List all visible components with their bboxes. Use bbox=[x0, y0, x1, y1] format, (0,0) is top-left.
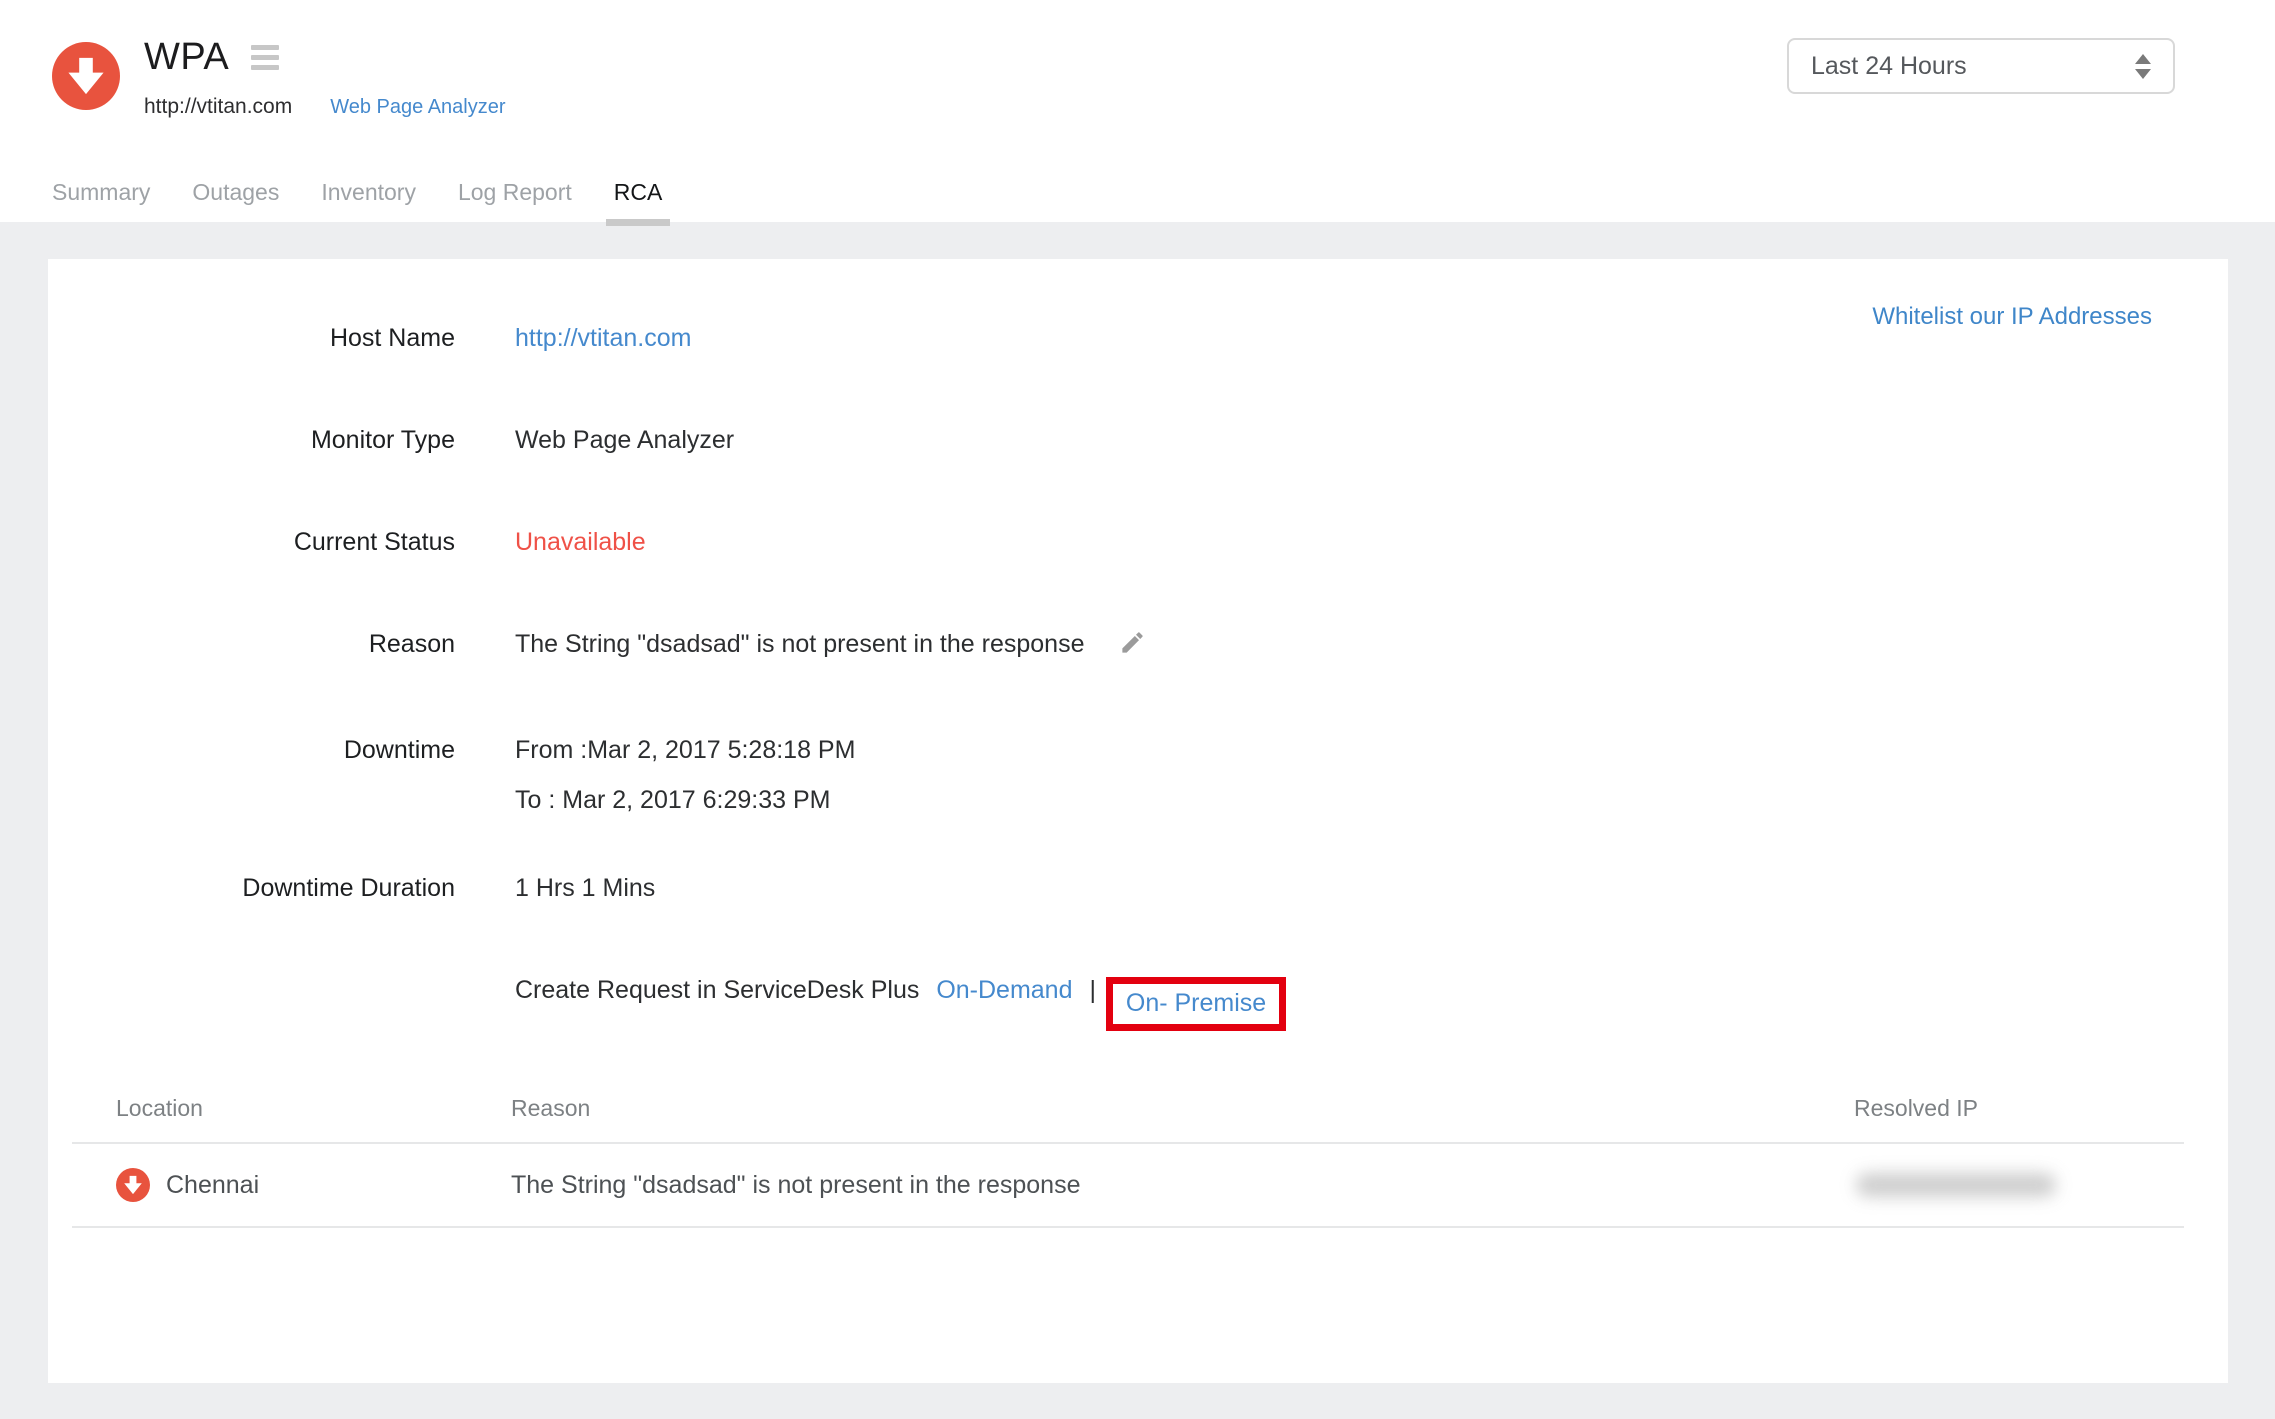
rca-location-table: Location Reason Resolved IP Chennai The … bbox=[72, 1089, 2184, 1228]
field-label: Host Name bbox=[329, 324, 455, 352]
field-downtime: Downtime From :Mar 2, 2017 5:28:18 PM To… bbox=[48, 729, 2228, 821]
tab-bar: Summary Outages Inventory Log Report RCA bbox=[52, 179, 670, 226]
resolved-ip-redacted-blur bbox=[1856, 1173, 2056, 1197]
table-row: Chennai The String "dsadsad" is not pres… bbox=[72, 1144, 2184, 1228]
column-header-resolved-ip: Resolved IP bbox=[1854, 1095, 1979, 1121]
servicedesk-separator: | bbox=[1089, 976, 1096, 1004]
status-unavailable-text: Unavailable bbox=[515, 528, 646, 556]
servicedesk-on-demand-link[interactable]: On-Demand bbox=[936, 976, 1072, 1004]
monitor-title: WPA bbox=[144, 36, 230, 78]
table-header-row: Location Reason Resolved IP bbox=[72, 1089, 2184, 1144]
reason-text: The String "dsadsad" is not present in t… bbox=[515, 630, 1085, 658]
location-name: Chennai bbox=[166, 1170, 260, 1199]
row-reason-text: The String "dsadsad" is not present in t… bbox=[511, 1170, 1081, 1199]
field-reason: Reason The String "dsadsad" is not prese… bbox=[48, 623, 2228, 669]
field-monitor-type: Monitor Type Web Page Analyzer bbox=[48, 419, 2228, 461]
field-label: Reason bbox=[368, 630, 455, 658]
servicedesk-text: Create Request in ServiceDesk Plus bbox=[515, 976, 920, 1004]
tab-summary[interactable]: Summary bbox=[52, 179, 150, 206]
host-name-link[interactable]: http://vtitan.com bbox=[515, 324, 691, 352]
tab-log-report[interactable]: Log Report bbox=[458, 179, 572, 206]
monitor-type-value: Web Page Analyzer bbox=[515, 426, 735, 454]
column-header-reason: Reason bbox=[511, 1095, 591, 1121]
servicedesk-row: Create Request in ServiceDesk Plus On-De… bbox=[48, 969, 2228, 1031]
tab-outages[interactable]: Outages bbox=[192, 179, 279, 206]
downtime-to: To : Mar 2, 2017 6:29:33 PM bbox=[515, 786, 831, 814]
downtime-from: From :Mar 2, 2017 5:28:18 PM bbox=[515, 736, 856, 764]
location-down-status-icon bbox=[116, 1168, 150, 1202]
monitor-menu-icon[interactable] bbox=[251, 41, 280, 74]
time-range-value: Last 24 Hours bbox=[1811, 51, 1967, 80]
column-header-location: Location bbox=[116, 1095, 203, 1121]
field-label-empty bbox=[48, 969, 455, 1031]
monitor-down-status-icon bbox=[52, 42, 120, 110]
field-current-status: Current Status Unavailable bbox=[48, 521, 2228, 563]
field-label: Current Status bbox=[293, 528, 455, 556]
select-updown-arrows-icon bbox=[2135, 53, 2151, 79]
field-downtime-duration: Downtime Duration 1 Hrs 1 Mins bbox=[48, 867, 2228, 909]
edit-reason-pencil-icon[interactable] bbox=[1119, 627, 1146, 669]
monitor-identity: WPA http://vtitan.com Web Page Analyzer bbox=[52, 36, 506, 119]
downtime-duration-value: 1 Hrs 1 Mins bbox=[515, 874, 656, 902]
tab-rca[interactable]: RCA bbox=[605, 179, 670, 226]
on-premise-annotation-box: On- Premise bbox=[1105, 977, 1287, 1031]
field-host-name: Host Name http://vtitan.com bbox=[48, 317, 2228, 359]
rca-fields: Host Name http://vtitan.com Monitor Type… bbox=[48, 317, 2228, 1091]
servicedesk-on-premise-link[interactable]: On- Premise bbox=[1126, 989, 1266, 1017]
field-label: Downtime Duration bbox=[242, 874, 455, 902]
monitor-header: WPA http://vtitan.com Web Page Analyzer … bbox=[0, 0, 2275, 226]
field-label: Monitor Type bbox=[310, 426, 455, 454]
field-label: Downtime bbox=[343, 736, 455, 764]
monitor-type-link[interactable]: Web Page Analyzer bbox=[330, 96, 505, 119]
rca-card: Whitelist our IP Addresses Host Name htt… bbox=[48, 259, 2228, 1383]
monitor-url: http://vtitan.com bbox=[144, 95, 293, 118]
tab-inventory[interactable]: Inventory bbox=[321, 179, 416, 206]
time-range-select[interactable]: Last 24 Hours bbox=[1787, 38, 2175, 94]
